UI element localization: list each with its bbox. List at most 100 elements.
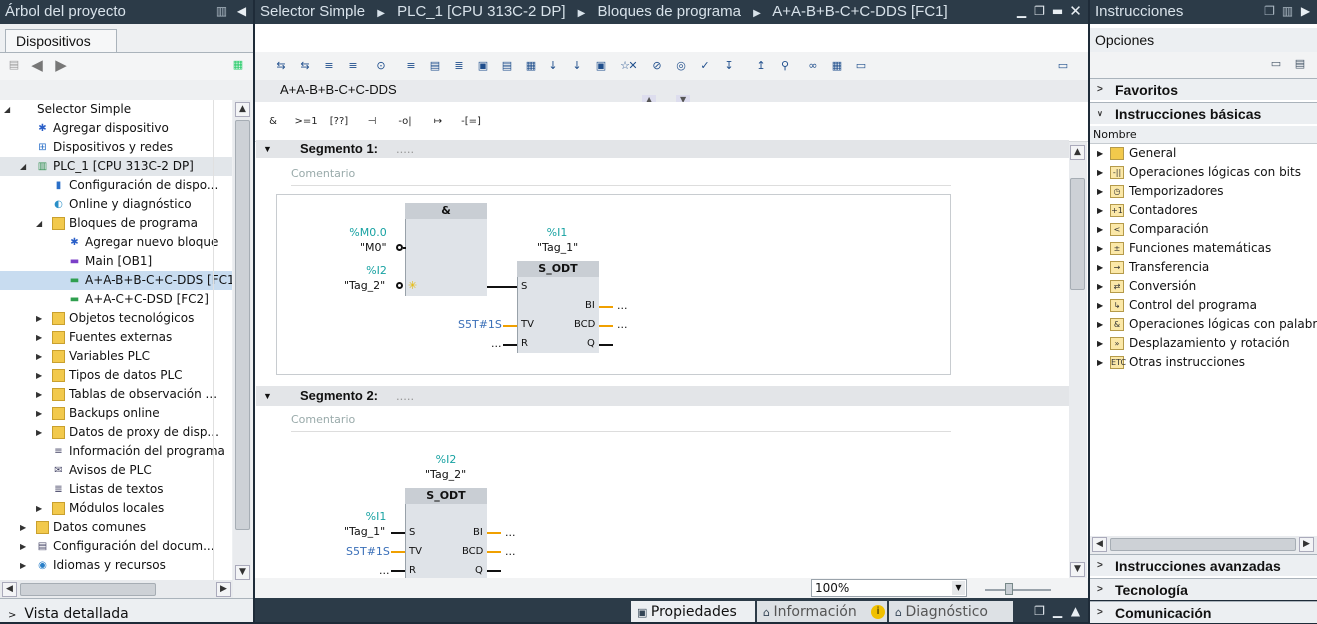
in1-tag[interactable]: "M0" <box>360 241 387 254</box>
tree-item[interactable]: ✱ Agregar dispositivo <box>0 119 232 138</box>
instruction-folder[interactable]: ▶ < Comparación <box>1092 220 1315 239</box>
zoom-select[interactable]: 100% ▼ <box>811 579 967 597</box>
tree-item[interactable]: ▶ Tablas de observación ... <box>0 385 232 404</box>
expanded-icon[interactable]: ◢ <box>20 157 30 176</box>
breadcrumb-item[interactable]: PLC_1 [CPU 313C-2 DP] <box>397 3 565 20</box>
instruction-folder[interactable]: ▶ ± Funciones matemáticas <box>1092 239 1315 258</box>
collapsed-icon[interactable]: ▶ <box>1097 163 1103 182</box>
breadcrumb-item[interactable]: A+A-B+B-C+C-DDS [FC1] <box>772 3 947 20</box>
tree-item[interactable]: ▬ Main [OB1] <box>0 252 232 271</box>
restore-icon[interactable]: ❐ <box>1032 4 1047 19</box>
instruction-folder[interactable]: ▶ ⇄ Conversión <box>1092 277 1315 296</box>
watch-icon[interactable]: ▦ <box>829 58 845 74</box>
instruction-folder[interactable]: ▶ -|| Operaciones lógicas con bits <box>1092 163 1315 182</box>
zoom-slider-thumb[interactable] <box>1005 583 1013 595</box>
restore-icon[interactable]: ❐ <box>1262 4 1277 19</box>
tree-item[interactable]: ⊞ Dispositivos y redes <box>0 138 232 157</box>
breadcrumb-item[interactable]: Bloques de programa <box>598 3 741 20</box>
collapsed-icon[interactable]: ▶ <box>36 328 46 347</box>
collapsed-icon[interactable]: ▶ <box>1097 239 1103 258</box>
view-icon[interactable]: ▭ <box>1055 58 1071 74</box>
favorites-section[interactable]: > Favoritos <box>1090 78 1317 100</box>
tree-item[interactable]: ◢ Bloques de programa <box>0 214 232 233</box>
tree-vscroll-thumb[interactable] <box>235 120 250 530</box>
bi2-output[interactable]: ... <box>505 526 516 539</box>
segment-1-comment[interactable]: Comentario <box>291 166 951 186</box>
instruction-folder[interactable]: ▶ → Transferencia <box>1092 258 1315 277</box>
forward-icon[interactable]: ▶ <box>53 57 69 73</box>
collapsed-icon[interactable]: ▶ <box>1097 353 1103 372</box>
expanded-icon[interactable]: ◢ <box>4 100 14 119</box>
collapsed-icon[interactable]: ▶ <box>36 309 46 328</box>
basic-instructions-section[interactable]: ∨ Instrucciones básicas <box>1090 102 1317 124</box>
hscroll-left[interactable]: ◀ <box>1092 537 1107 552</box>
bcd-output[interactable]: ... <box>617 318 628 331</box>
segment-1-header[interactable]: ▼ Segmento 1: ..... <box>256 140 1069 158</box>
modify-icon[interactable]: ↧ <box>721 58 737 74</box>
display-favorites-icon[interactable]: ▣ <box>593 58 609 74</box>
instruction-folder[interactable]: ▶ ETC Otras instrucciones <box>1092 353 1315 372</box>
collapsed-icon[interactable]: ▶ <box>1097 201 1103 220</box>
tv2-value[interactable]: S5T#1S <box>346 545 390 558</box>
communication-section[interactable]: > Comunicación <box>1090 601 1317 623</box>
favorites-icon[interactable]: ▤ <box>427 58 443 74</box>
in2-tag[interactable]: "Tag_2" <box>344 279 385 292</box>
collapsed-icon[interactable]: ▶ <box>1097 296 1103 315</box>
collapsed-icon[interactable]: ▶ <box>1097 220 1103 239</box>
monitor-off-icon[interactable]: ✕ <box>625 58 641 74</box>
network-comments-icon[interactable]: ≣ <box>451 58 467 74</box>
technology-section[interactable]: > Tecnología <box>1090 578 1317 600</box>
collapsed-icon[interactable]: ▶ <box>1097 258 1103 277</box>
pin-panel-icon[interactable]: ▥ <box>1280 4 1295 19</box>
advanced-section[interactable]: > Instrucciones avanzadas <box>1090 554 1317 576</box>
collapsed-icon[interactable]: ▶ <box>1097 334 1103 353</box>
tree-item[interactable]: ▶ Datos comunes <box>0 518 232 537</box>
tab-diagnostics[interactable]: ⌂ Diagnóstico <box>889 601 1013 622</box>
tree-item[interactable]: ◢ ▥ PLC_1 [CPU 313C-2 DP] <box>0 157 232 176</box>
editor-vscroll-thumb[interactable] <box>1070 178 1085 290</box>
tree-item[interactable]: ▶ Fuentes externas <box>0 328 232 347</box>
collapsed-icon[interactable]: ▶ <box>1097 315 1103 334</box>
instructions-hscroll-thumb[interactable] <box>1110 538 1296 551</box>
chevron-down-icon[interactable]: ▼ <box>952 581 965 595</box>
instruction-folder[interactable]: ▶ +1 Contadores <box>1092 201 1315 220</box>
expand-up-icon[interactable]: ▲ <box>1068 604 1083 619</box>
reset-start-icon[interactable]: ⊙ <box>373 58 389 74</box>
editor-scroll-down[interactable]: ▼ <box>1070 562 1085 577</box>
tree-item[interactable]: ◐ Online y diagnóstico <box>0 195 232 214</box>
tree-item[interactable]: ≣ Listas de textos <box>0 480 232 499</box>
delete-network-icon[interactable]: ⇆ <box>297 58 313 74</box>
tree-item[interactable]: ◢ ▯ Selector Simple <box>0 100 232 119</box>
show-interface-icon[interactable]: ▭ <box>853 58 869 74</box>
open-all-icon[interactable]: ▣ <box>475 58 491 74</box>
break-icon[interactable]: ⊘ <box>649 58 665 74</box>
collapsed-icon[interactable]: ▶ <box>36 385 46 404</box>
tree-scroll-left[interactable]: ◀ <box>2 582 17 597</box>
collapsed-icon[interactable]: ▶ <box>36 404 46 423</box>
download-icon[interactable]: ✓ <box>697 58 713 74</box>
tree-scroll-right[interactable]: ▶ <box>216 582 231 597</box>
lad-tool-button[interactable]: -o| <box>392 111 418 133</box>
tree-hscroll-thumb[interactable] <box>20 583 156 596</box>
tree-item[interactable]: ≡ Información del programa <box>0 442 232 461</box>
insert-row-icon[interactable]: ≡ <box>321 58 337 74</box>
collapse-left-icon[interactable]: ◀ <box>234 4 249 19</box>
collapse-segment-icon[interactable]: ▼ <box>263 140 272 158</box>
editor-scroll-up[interactable]: ▲ <box>1070 145 1085 160</box>
tab-properties[interactable]: ▣ Propiedades <box>631 601 755 622</box>
compile-icon[interactable]: ◎ <box>673 58 689 74</box>
tree-item[interactable]: ✉ Avisos de PLC <box>0 461 232 480</box>
collapsed-icon[interactable]: ▶ <box>36 499 46 518</box>
detail-view-bar[interactable]: > Vista detallada <box>0 598 253 622</box>
lad-tool-button[interactable]: ⊣ <box>359 111 385 133</box>
tree-item[interactable]: ▶ Módulos locales <box>0 499 232 518</box>
segment-2-header[interactable]: ▼ Segmento 2: ..... <box>256 386 1069 406</box>
columns-icon[interactable]: ▤ <box>1292 56 1308 72</box>
timer2-tag[interactable]: "Tag_2" <box>425 468 466 481</box>
tree-item[interactable]: ▶ Variables PLC <box>0 347 232 366</box>
r-input[interactable]: ... <box>491 337 502 350</box>
tree-item[interactable]: ▶ ▤ Configuración del docum... <box>0 537 232 556</box>
instruction-folder[interactable]: ▶ ◷ Temporizadores <box>1092 182 1315 201</box>
tree-item[interactable]: ▮ Configuración de dispo... <box>0 176 232 195</box>
collapsed-icon[interactable]: ▶ <box>36 423 46 442</box>
